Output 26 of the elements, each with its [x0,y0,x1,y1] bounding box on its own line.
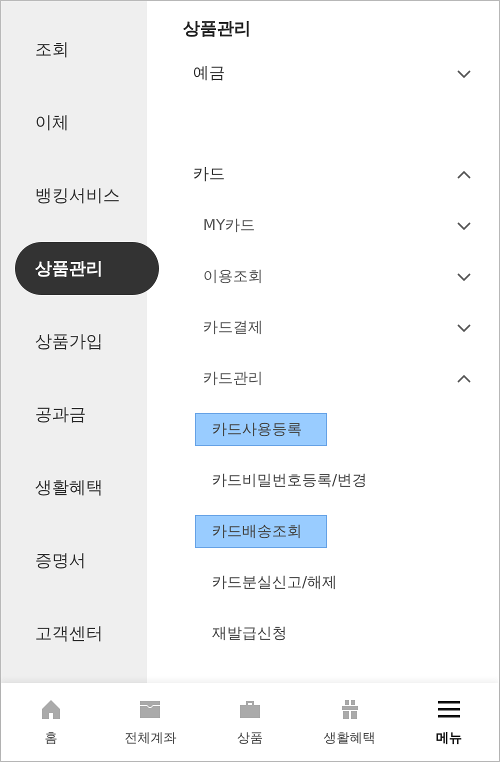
submenu-item[interactable]: 카드결제 [183,318,263,337]
section-title: 상품관리 [183,18,252,40]
menu-category[interactable]: 카드 [183,164,225,185]
submenu-item[interactable]: 카드관리 [183,369,263,388]
sidebar-item[interactable]: 뱅킹서비스 [15,169,159,222]
sidebar-item[interactable]: 증명서 [15,534,159,587]
submenu-item[interactable]: 이용조회 [183,267,263,286]
menu-link[interactable]: 카드비밀번호등록/변경 [195,464,392,497]
menu-category[interactable]: 예금 [183,63,225,84]
nav-tab[interactable]: 생활혜택 [304,683,395,761]
sidebar-item[interactable]: 생활혜택 [15,461,159,514]
nav-tab[interactable]: 전체계좌 [105,683,196,761]
sidebar-item[interactable]: 이체 [15,96,159,149]
menu-link[interactable]: 카드분실신고/해제 [195,566,362,599]
nav-tab[interactable]: 메뉴 [404,683,494,761]
sidebar-item[interactable]: 고객센터 [15,607,159,660]
menu-link[interactable]: 카드사용등록 [195,413,327,446]
sidebar-item[interactable]: 상품관리 [15,242,159,295]
menu-link[interactable]: 재발급신청 [195,617,312,650]
submenu-item[interactable]: MY카드 [183,216,256,235]
nav-tab[interactable]: 상품 [204,683,295,761]
sidebar-item[interactable]: 조회 [15,23,159,76]
menu-link[interactable]: 카드배송조회 [195,515,327,548]
nav-tab[interactable]: 홈 [6,683,96,761]
sidebar-item[interactable]: 상품가입 [15,315,159,368]
sidebar-item[interactable]: 공과금 [15,388,159,441]
